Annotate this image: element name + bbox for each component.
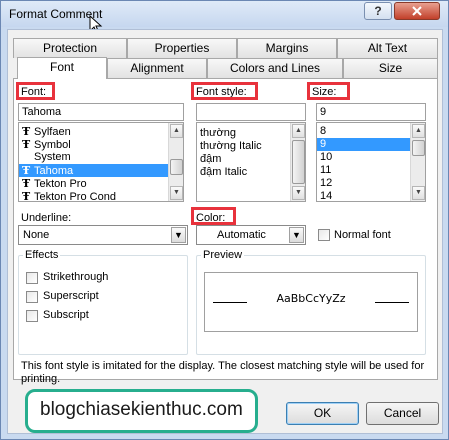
preview-box: AaBbCcYyZz — [204, 272, 418, 332]
font-list-item-label: Tahoma — [34, 165, 74, 177]
size-list-item[interactable]: 12 — [317, 177, 425, 190]
font-list-item-label: Symbol — [34, 139, 71, 151]
tab-margins[interactable]: Margins — [237, 38, 337, 58]
font-list-item[interactable]: Ŧ Tekton Pro — [19, 177, 183, 190]
font-input[interactable]: Tahoma — [18, 103, 184, 121]
preview-group: Preview AaBbCcYyZz — [196, 249, 426, 355]
font-list-item-label: Tekton Pro Cond — [34, 191, 116, 202]
color-value: Automatic — [217, 229, 266, 241]
truetype-icon: Ŧ — [22, 190, 31, 202]
superscript-label: Superscript — [43, 290, 99, 302]
tab-colors-and-lines[interactable]: Colors and Lines — [207, 58, 343, 78]
close-button[interactable] — [394, 2, 440, 20]
font-list[interactable]: Ŧ Sylfaen Ŧ Symbol System Ŧ Tahoma Ŧ Tekton Pro Ŧ… — [18, 122, 184, 202]
superscript-checkbox[interactable] — [26, 291, 38, 303]
tab-size[interactable]: Size — [343, 58, 438, 78]
truetype-icon: Ŧ — [22, 177, 31, 190]
cancel-button[interactable]: Cancel — [366, 402, 439, 425]
tab-alignment[interactable]: Alignment — [107, 58, 207, 78]
scroll-down-icon[interactable]: ▼ — [170, 186, 183, 200]
scroll-up-icon[interactable]: ▲ — [292, 124, 305, 138]
preview-sample-text: AaBbCcYyZz — [276, 292, 346, 305]
subscript-label: Subscript — [43, 309, 89, 321]
font-style-list-item[interactable]: thường — [197, 127, 305, 140]
underline-value: None — [23, 229, 50, 241]
size-list-item[interactable]: 10 — [317, 151, 425, 164]
size-list-item[interactable]: 9 — [317, 138, 425, 151]
scroll-down-icon[interactable]: ▼ — [292, 186, 305, 200]
size-highlight-box — [307, 82, 350, 100]
ok-button[interactable]: OK — [286, 402, 359, 425]
scroll-up-icon[interactable]: ▲ — [412, 124, 425, 138]
font-style-list-item[interactable]: thường Italic — [197, 140, 305, 153]
font-list-scrollbar[interactable]: ▲ ▼ — [168, 123, 183, 201]
watermark-badge: blogchiasekienthuc.com — [25, 389, 258, 433]
tab-font[interactable]: Font — [17, 57, 107, 79]
chevron-down-icon[interactable]: ▼ — [289, 227, 304, 243]
watermark-text: blogchiasekienthuc.com — [40, 399, 243, 420]
font-list-item[interactable]: Ŧ Sylfaen — [19, 125, 183, 138]
font-style-list-item[interactable]: đậm — [197, 153, 305, 166]
normal-font-checkbox[interactable] — [318, 229, 330, 241]
effects-title: Effects — [23, 249, 61, 261]
preview-title: Preview — [201, 249, 245, 261]
font-list-item[interactable]: Ŧ Tekton Pro Cond — [19, 190, 183, 202]
subscript-checkbox[interactable] — [26, 310, 38, 322]
size-list-item[interactable]: 11 — [317, 164, 425, 177]
truetype-icon: Ŧ — [22, 125, 31, 138]
strikethrough-label: Strikethrough — [43, 271, 109, 283]
font-style-list-item[interactable]: đậm Italic — [197, 166, 305, 179]
font-list-item-label: Sylfaen — [34, 126, 71, 138]
scroll-up-icon[interactable]: ▲ — [170, 124, 183, 138]
strikethrough-checkbox[interactable] — [26, 272, 38, 284]
color-highlight-box — [191, 207, 236, 225]
size-input[interactable]: 9 — [316, 103, 426, 121]
font-list-item[interactable]: Ŧ Tahoma — [19, 164, 183, 177]
size-list-item[interactable]: 14 — [317, 190, 425, 201]
size-list[interactable]: 8 9 10 11 12 14 ▲ ▼ — [316, 122, 426, 202]
format-comment-dialog: Format Comment ? Protection Properties M… — [0, 0, 449, 440]
scroll-thumb[interactable] — [292, 140, 305, 184]
scroll-thumb[interactable] — [170, 159, 183, 175]
scroll-thumb[interactable] — [412, 140, 425, 156]
font-list-item[interactable]: Ŧ Symbol — [19, 138, 183, 151]
chevron-down-icon[interactable]: ▼ — [171, 227, 186, 243]
color-select[interactable]: Automatic ▼ — [196, 225, 306, 245]
tab-properties[interactable]: Properties — [127, 38, 237, 58]
help-button[interactable]: ? — [364, 2, 392, 20]
font-list-item-label: Tekton Pro — [34, 178, 87, 190]
truetype-icon: Ŧ — [22, 138, 31, 151]
size-list-scrollbar[interactable]: ▲ ▼ — [410, 123, 425, 201]
dialog-body: Protection Properties Margins Alt Text F… — [7, 29, 443, 434]
font-tab-panel: Font: Tahoma Ŧ Sylfaen Ŧ Symbol System Ŧ Tahom… — [13, 78, 438, 385]
size-list-item[interactable]: 8 — [317, 125, 425, 138]
title-bar[interactable]: Format Comment ? — [1, 1, 448, 35]
effects-group: Effects Strikethrough Superscript Subscr… — [18, 249, 188, 355]
underline-select[interactable]: None ▼ — [18, 225, 188, 245]
font-list-item-label: System — [34, 151, 71, 163]
font-list-item[interactable]: System — [19, 151, 183, 164]
tab-protection[interactable]: Protection — [13, 38, 127, 58]
font-highlight-box — [16, 82, 55, 100]
preview-baseline-right — [375, 302, 409, 303]
scroll-down-icon[interactable]: ▼ — [412, 186, 425, 200]
font-style-input[interactable] — [196, 103, 306, 121]
font-style-highlight-box — [191, 82, 258, 100]
font-style-list[interactable]: thường thường Italic đậm đậm Italic ▲ ▼ — [196, 122, 306, 202]
close-icon — [412, 6, 422, 16]
underline-label: Underline: — [21, 212, 72, 224]
truetype-icon: Ŧ — [22, 164, 31, 177]
tab-alt-text[interactable]: Alt Text — [337, 38, 438, 58]
normal-font-label: Normal font — [334, 229, 391, 241]
info-text: This font style is imitated for the disp… — [21, 360, 425, 385]
font-style-list-scrollbar[interactable]: ▲ ▼ — [290, 123, 305, 201]
